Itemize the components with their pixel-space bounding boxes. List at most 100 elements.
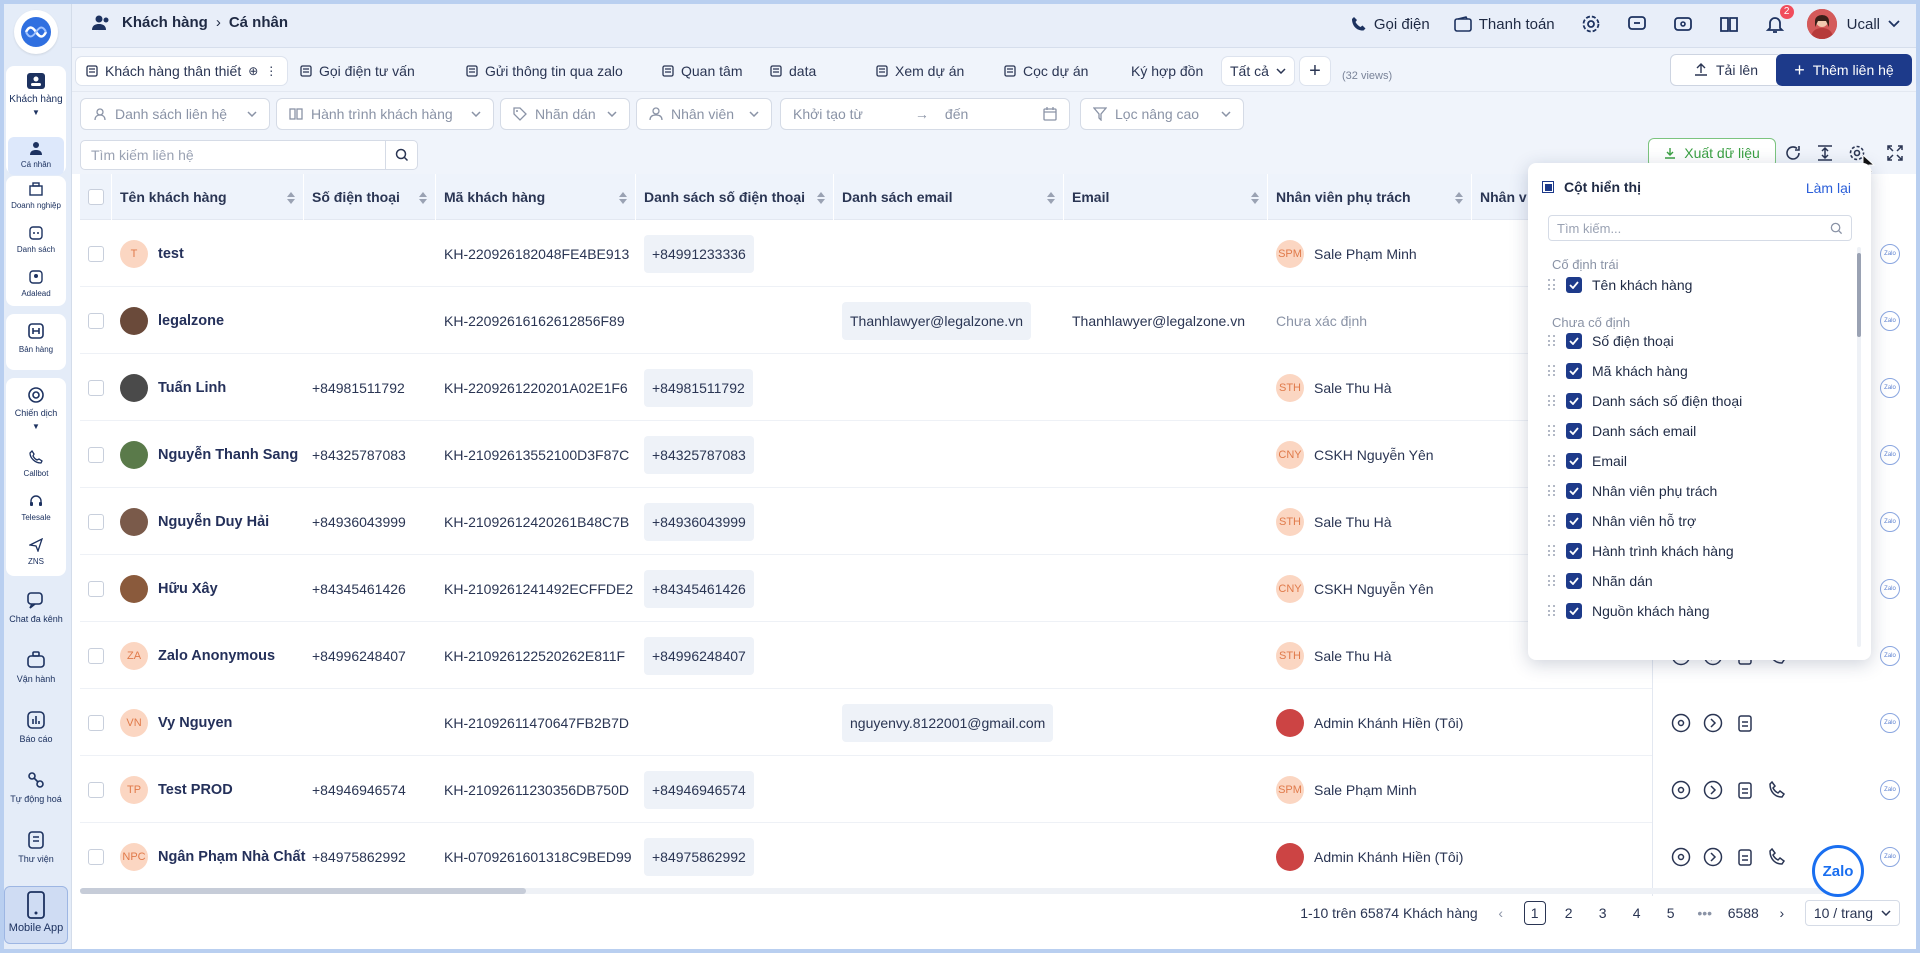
column-option[interactable]: Nguồn khách hàng	[1548, 603, 1710, 619]
sort-icon[interactable]	[1047, 191, 1055, 207]
settings-icon[interactable]	[1581, 14, 1601, 34]
row-checkbox[interactable]	[88, 513, 104, 530]
drag-handle-icon[interactable]	[1548, 605, 1556, 617]
reset-columns-link[interactable]: Làm lại	[1806, 180, 1851, 196]
select-all-checkbox[interactable]	[87, 189, 104, 205]
sort-icon[interactable]	[287, 191, 295, 207]
column-option[interactable]: Nhãn dán	[1548, 573, 1653, 589]
customer-name[interactable]: test	[158, 246, 184, 262]
user-menu[interactable]: Ucall	[1847, 16, 1900, 33]
drag-handle-icon[interactable]	[1548, 365, 1556, 377]
date-to-input[interactable]: đến	[945, 106, 968, 122]
open-icon[interactable]	[1703, 780, 1723, 800]
sort-icon[interactable]	[619, 191, 627, 207]
row-checkbox[interactable]	[88, 781, 104, 798]
call-icon[interactable]	[1767, 847, 1787, 867]
row-checkbox[interactable]	[88, 647, 104, 664]
table-row[interactable]: VN Vy Nguyen KH-21092611470647FB2B7D nguy…	[80, 689, 1920, 756]
column-option[interactable]: Số điện thoại	[1548, 333, 1674, 349]
breadcrumb-root[interactable]: Khách hàng	[122, 14, 208, 31]
task-icon[interactable]	[1735, 713, 1755, 733]
column-checkbox[interactable]	[1566, 543, 1582, 559]
sidebar-item-chien-dich[interactable]: Chiến dịch ▼	[0, 386, 72, 432]
page-2[interactable]: 2	[1558, 901, 1580, 925]
message-icon[interactable]	[1627, 14, 1647, 34]
created-date-range[interactable]: Khởi tạo từ → đến	[780, 98, 1070, 130]
ticket-icon[interactable]	[1673, 14, 1693, 34]
customer-name[interactable]: Nguyễn Thanh Sang	[158, 447, 298, 463]
sidebar-item-bao-cao[interactable]: Báo cáo	[0, 710, 72, 745]
sort-icon[interactable]	[817, 191, 825, 207]
column-option[interactable]: Danh sách email	[1548, 423, 1696, 439]
task-icon[interactable]	[1735, 780, 1755, 800]
next-page-icon[interactable]: ›	[1771, 901, 1793, 925]
zalo-icon[interactable]: Zalo	[1880, 847, 1900, 867]
user-avatar[interactable]	[1806, 9, 1837, 39]
sort-icon[interactable]	[1251, 191, 1259, 207]
sidebar-item-ban-hang[interactable]: Bản hàng	[0, 322, 72, 355]
advanced-filter-select[interactable]: Lọc nâng cao	[1080, 98, 1244, 130]
drag-handle-icon[interactable]	[1548, 485, 1556, 497]
zalo-icon[interactable]: Zalo	[1880, 713, 1900, 733]
column-option-fixed[interactable]: Tên khách hàng	[1548, 277, 1692, 293]
drag-handle-icon[interactable]	[1548, 545, 1556, 557]
panel-scrollbar[interactable]	[1857, 247, 1861, 647]
add-contact-button[interactable]: + Thêm liên hệ	[1776, 54, 1912, 86]
page-3[interactable]: 3	[1592, 901, 1614, 925]
row-checkbox[interactable]	[88, 245, 104, 262]
sidebar-item-ca-nhan[interactable]: Cá nhân	[8, 137, 64, 175]
refresh-icon[interactable]	[1784, 144, 1802, 165]
tab-coc-du-an[interactable]: Cọc dự án	[994, 57, 1098, 85]
customer-name[interactable]: Vy Nguyen	[158, 715, 232, 731]
drag-handle-icon[interactable]	[1548, 279, 1556, 291]
customer-name[interactable]: Hữu Xây	[158, 581, 218, 597]
call-button[interactable]: Gọi điện	[1351, 16, 1430, 33]
col-ma-khach-hang[interactable]: Mã khách hàng	[436, 174, 636, 220]
view-icon[interactable]	[1671, 713, 1691, 733]
col-email[interactable]: Email	[1064, 174, 1268, 220]
tab-ky-hop-dong[interactable]: Ký hợp đồn	[1114, 57, 1206, 85]
staff-select[interactable]: Nhân viên	[636, 98, 772, 130]
sidebar-item-mobile-app[interactable]: Mobile App	[4, 886, 68, 944]
drag-handle-icon[interactable]	[1548, 395, 1556, 407]
tab-quan-tam[interactable]: Quan tâm	[652, 57, 752, 85]
column-option[interactable]: Danh sách số điện thoại	[1548, 393, 1742, 409]
open-icon[interactable]	[1703, 713, 1723, 733]
drag-handle-icon[interactable]	[1548, 335, 1556, 347]
sidebar-item-zns[interactable]: ZNS	[0, 538, 72, 567]
customer-name[interactable]: Tuấn Linh	[158, 380, 226, 396]
drag-handle-icon[interactable]	[1548, 575, 1556, 587]
row-checkbox[interactable]	[88, 312, 104, 329]
column-checkbox[interactable]	[1566, 333, 1582, 349]
zalo-icon[interactable]: Zalo	[1880, 311, 1900, 331]
sidebar-item-doanh-nghiep[interactable]: Doanh nghiệp	[0, 182, 72, 211]
customer-name[interactable]: Ngân Phạm Nhà Chất	[158, 849, 305, 865]
zalo-icon[interactable]: Zalo	[1880, 378, 1900, 398]
sidebar-item-khach-hang[interactable]: Khách hàng ▼	[0, 72, 72, 118]
sidebar-item-danh-sach[interactable]: Danh sách	[0, 226, 72, 255]
customer-name[interactable]: legalzone	[158, 313, 224, 329]
date-from-input[interactable]: Khởi tạo từ	[793, 106, 863, 122]
page-1[interactable]: 1	[1523, 901, 1546, 925]
page-size-select[interactable]: 10 / trang	[1804, 900, 1900, 926]
column-checkbox[interactable]	[1566, 573, 1582, 589]
zalo-icon[interactable]: Zalo	[1880, 780, 1900, 800]
sidebar-item-callbot[interactable]: Callbot	[0, 450, 72, 479]
customer-name[interactable]: Zalo Anonymous	[158, 648, 275, 664]
view-icon[interactable]	[1671, 847, 1691, 867]
page-5[interactable]: 5	[1660, 901, 1682, 925]
column-checkbox[interactable]	[1566, 453, 1582, 469]
panel-select-all-checkbox[interactable]	[1542, 181, 1554, 193]
zalo-icon[interactable]: Zalo	[1880, 646, 1900, 666]
prev-page-icon[interactable]: ‹	[1490, 901, 1512, 925]
open-icon[interactable]	[1703, 847, 1723, 867]
col-danh-sach-so-dien-thoai[interactable]: Danh sách số điện thoại	[636, 174, 834, 220]
row-height-icon[interactable]	[1816, 144, 1834, 165]
search-input[interactable]	[81, 141, 385, 169]
row-checkbox[interactable]	[88, 848, 104, 865]
column-checkbox[interactable]	[1566, 363, 1582, 379]
zalo-icon[interactable]: Zalo	[1880, 579, 1900, 599]
drag-handle-icon[interactable]	[1548, 455, 1556, 467]
tab-khach-hang-than-thiet[interactable]: Khách hàng thân thiết ⊕ ⋮	[76, 57, 288, 85]
sidebar-item-adalead[interactable]: Adalead	[0, 270, 72, 299]
